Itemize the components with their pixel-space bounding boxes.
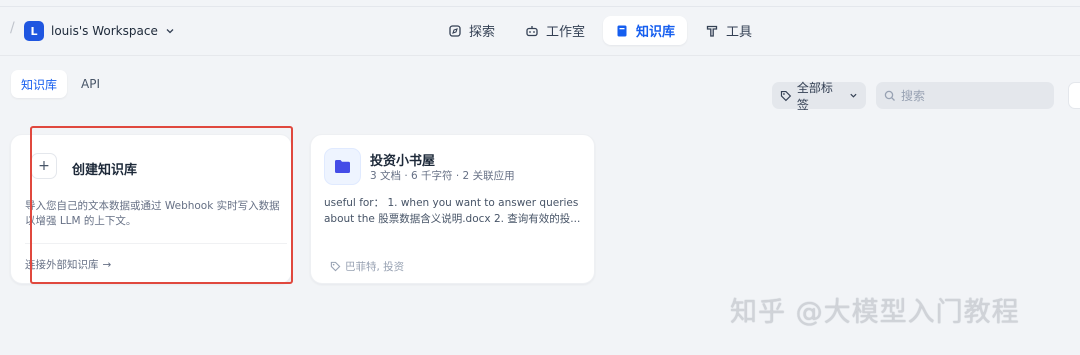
nav-studio[interactable]: 工作室 <box>513 16 597 45</box>
arrow-right-icon: → <box>102 258 112 271</box>
tag-filter-dropdown[interactable]: 全部标签 <box>772 81 866 112</box>
knowledge-base-meta: 3 文档 · 6 千字符 · 2 关联应用 <box>370 170 515 182</box>
knowledge-base-card[interactable]: 投资小书屋 3 文档 · 6 千字符 · 2 关联应用 useful for： … <box>310 134 595 284</box>
nav-studio-label: 工作室 <box>546 25 586 40</box>
breadcrumb-separator: / <box>10 20 15 36</box>
create-knowledge-description: 导入您自己的文本数据或通过 Webhook 实时写入数据以增强 LLM 的上下文… <box>25 200 280 227</box>
tag-filter-label: 全部标签 <box>796 80 833 112</box>
more-button[interactable] <box>1068 82 1080 109</box>
tag-icon <box>780 90 792 101</box>
connect-external-label: 连接外部知识库 <box>25 259 99 271</box>
chevron-down-icon <box>850 93 857 98</box>
knowledge-base-tags[interactable]: 巴菲特, 投资 <box>330 259 404 274</box>
tab-knowledge[interactable]: 知识库 <box>11 70 68 98</box>
card-divider <box>25 243 287 244</box>
nav-knowledge[interactable]: 知识库 <box>603 16 688 45</box>
plus-icon: + <box>31 153 57 179</box>
knowledge-base-title: 投资小书屋 <box>370 154 436 169</box>
robot-icon <box>526 25 538 36</box>
search-icon <box>884 90 895 101</box>
nav-explore[interactable]: 探索 <box>436 16 507 45</box>
watermark: 知乎 @大模型入门教程 <box>730 297 1020 328</box>
search-box[interactable] <box>876 82 1054 109</box>
top-border <box>0 6 1080 7</box>
connect-external-knowledge-link[interactable]: 连接外部知识库 → <box>25 257 111 272</box>
tab-api[interactable]: API <box>71 70 110 98</box>
main-nav: 探索 工作室 知识库 工具 <box>436 16 764 45</box>
nav-explore-label: 探索 <box>469 25 496 40</box>
create-knowledge-title: 创建知识库 <box>72 163 138 178</box>
nav-knowledge-label: 知识库 <box>636 25 676 40</box>
top-bar: / L louis's Workspace 探索 工作室 知识库 工具 <box>0 0 1080 56</box>
workspace-name: louis's Workspace <box>51 24 158 38</box>
nav-tools[interactable]: 工具 <box>693 16 764 45</box>
compass-icon <box>449 24 461 37</box>
tag-icon <box>330 261 341 272</box>
book-icon <box>617 25 627 36</box>
tool-icon <box>706 25 718 37</box>
knowledge-base-description: useful for： 1. when you want to answer q… <box>324 197 581 225</box>
workspace-switcher[interactable]: L louis's Workspace <box>24 20 175 42</box>
chevron-down-icon <box>166 29 174 34</box>
knowledge-base-tags-label: 巴菲特, 投资 <box>345 261 405 273</box>
workspace-avatar: L <box>24 21 44 41</box>
create-knowledge-card[interactable]: + 创建知识库 导入您自己的文本数据或通过 Webhook 实时写入数据以增强 … <box>10 134 292 284</box>
content-tabs: 知识库 API <box>11 70 110 98</box>
nav-tools-label: 工具 <box>726 25 753 40</box>
folder-icon <box>324 148 361 185</box>
search-input[interactable] <box>901 88 1041 103</box>
